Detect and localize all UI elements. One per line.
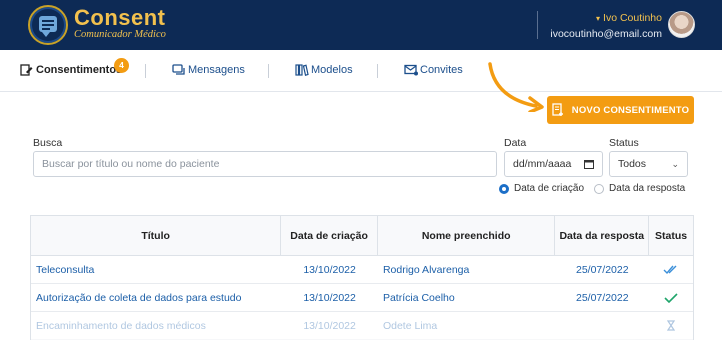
column-header[interactable]: Nome preenchido	[378, 216, 556, 255]
brand-title: Consent	[74, 5, 166, 30]
document-add-icon	[552, 103, 563, 116]
radio-response-date[interactable]	[594, 183, 605, 194]
user-menu[interactable]: ▾ Ivo Coutinho	[596, 12, 662, 24]
cell-status	[649, 312, 693, 339]
cell-title[interactable]: Encaminhamento de dados médicos	[31, 312, 281, 339]
consent-icon	[20, 64, 33, 76]
cell-created: 13/10/2022	[303, 263, 356, 276]
nav-divider	[377, 64, 378, 78]
cell-response-date	[555, 312, 649, 339]
cell-response-date: 25/07/2022	[576, 291, 629, 304]
cell-created: 13/10/2022	[303, 319, 356, 332]
table-row[interactable]: Autorização de coleta de dados para estu…	[31, 284, 693, 312]
hourglass-icon	[667, 320, 676, 331]
tab-label: Consentimentos	[36, 64, 123, 76]
caret-down-icon: ▾	[596, 14, 601, 23]
column-header[interactable]: Status	[649, 216, 693, 255]
cell-title[interactable]: Teleconsulta	[31, 256, 281, 283]
table-header: Título Data de criação Nome preenchido D…	[31, 216, 693, 256]
cell-created: 13/10/2022	[303, 291, 356, 304]
avatar[interactable]	[668, 11, 695, 38]
consents-table: Título Data de criação Nome preenchido D…	[30, 215, 694, 340]
status-value: Todos	[618, 158, 647, 170]
main-nav: Consentimentos 4 Mensagens Modelos Convi…	[0, 50, 722, 92]
tab-label: Modelos	[311, 64, 353, 76]
search-input[interactable]: Buscar por título ou nome do paciente	[33, 151, 497, 177]
date-field[interactable]: dd/mm/aaaa	[504, 151, 603, 177]
status-select[interactable]: Todos ⌄	[609, 151, 688, 177]
tab-modelos[interactable]: Modelos	[295, 64, 353, 76]
column-header[interactable]: Título	[31, 216, 282, 255]
new-consent-label: NOVO CONSENTIMENTO	[571, 104, 690, 116]
chevron-down-icon: ⌄	[671, 159, 679, 169]
books-icon	[295, 64, 309, 76]
table-row[interactable]: Teleconsulta 13/10/2022 Rodrigo Alvareng…	[31, 256, 693, 284]
radio-response-label: Data da resposta	[609, 183, 686, 194]
status-label: Status	[609, 137, 639, 149]
double-check-icon	[663, 265, 677, 274]
cell-name: Rodrigo Alvarenga	[382, 263, 470, 276]
date-placeholder: dd/mm/aaaa	[513, 158, 572, 170]
tab-mensagens[interactable]: Mensagens	[172, 64, 245, 76]
app-header: Consent Comunicador Médico ▾ Ivo Coutinho…	[0, 0, 722, 50]
table-row[interactable]: Encaminhamento de dados médicos 13/10/20…	[31, 312, 693, 340]
radio-creation-date[interactable]	[499, 183, 509, 194]
user-email: ivocoutinho@email.com	[550, 28, 662, 40]
nav-divider	[145, 64, 146, 78]
cell-status	[649, 284, 693, 311]
cell-title[interactable]: Autorização de coleta de dados para estu…	[31, 284, 281, 311]
column-header[interactable]: Data de criação	[281, 216, 378, 255]
date-label: Data	[504, 137, 527, 149]
user-name: Ivo Coutinho	[603, 12, 662, 24]
check-icon	[664, 292, 678, 303]
arrow-annotation-icon	[488, 62, 544, 112]
mail-icon	[404, 64, 418, 76]
tab-consentimentos[interactable]: Consentimentos	[20, 64, 122, 76]
nav-divider	[268, 64, 269, 78]
cell-name: Odete Lima	[382, 319, 438, 332]
header-divider	[537, 11, 538, 39]
tab-label: Convites	[420, 64, 463, 76]
messages-icon	[172, 64, 185, 75]
logo-icon[interactable]	[28, 5, 68, 45]
cell-name: Patrícia Coelho	[382, 291, 455, 304]
column-header[interactable]: Data da resposta	[555, 216, 650, 255]
cell-response-date: 25/07/2022	[576, 263, 629, 276]
radio-creation-label: Data de criação	[514, 183, 585, 194]
cell-status	[649, 256, 693, 283]
new-consent-button[interactable]: NOVO CONSENTIMENTO	[547, 96, 694, 124]
notification-badge: 4	[114, 58, 129, 73]
calendar-icon[interactable]	[584, 159, 594, 169]
date-type-radio-group: Data de criação Data da resposta	[499, 183, 685, 194]
tab-label: Mensagens	[188, 64, 245, 76]
tab-convites[interactable]: Convites	[404, 64, 463, 76]
brand-subtitle: Comunicador Médico	[74, 29, 166, 40]
search-label: Busca	[33, 137, 63, 149]
